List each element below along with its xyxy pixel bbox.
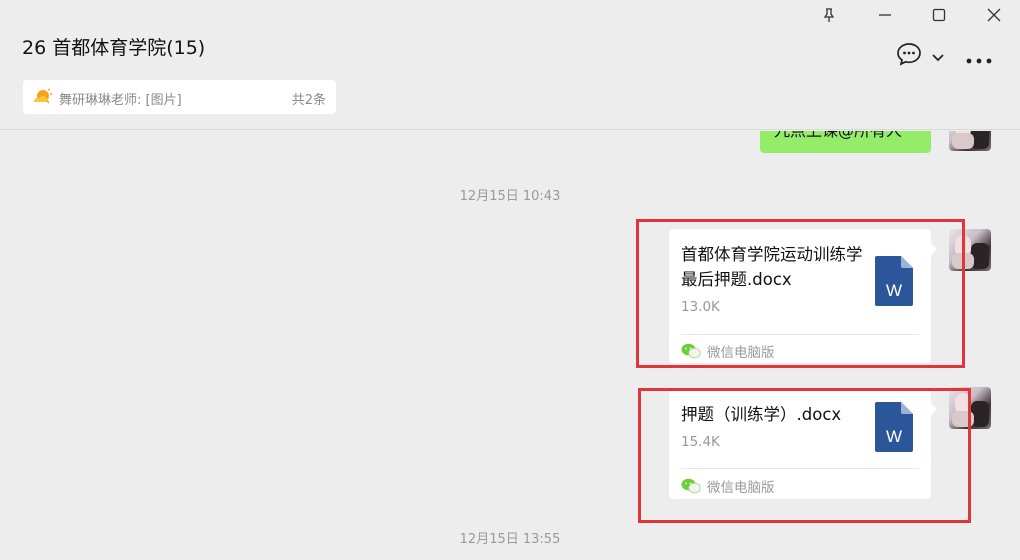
chat-message-area[interactable]: 九点上课@所有人 12月15日 10:43 首都体育学院运动训练学最后押题.do…: [0, 131, 1020, 560]
highlight-box: [636, 219, 965, 368]
chevron-down-icon[interactable]: [932, 48, 944, 67]
highlight-box: [638, 388, 971, 523]
more-icon[interactable]: [966, 50, 992, 69]
pin-icon[interactable]: [814, 2, 844, 28]
group-notice-bar[interactable]: 舞研琳琳老师: [图片] 共2条: [23, 80, 336, 114]
maximize-icon[interactable]: [924, 2, 954, 28]
notice-count: 共2条: [291, 93, 326, 108]
timestamp: 12月15日 13:55: [459, 532, 561, 547]
notice-text: 舞研琳琳老师: [图片]: [59, 93, 182, 108]
minimize-icon[interactable]: [870, 2, 900, 28]
timestamp: 12月15日 10:43: [459, 189, 561, 204]
close-icon[interactable]: [979, 2, 1009, 28]
chat-icon[interactable]: [896, 42, 922, 70]
chat-title: 26 首都体育学院(15): [22, 37, 206, 59]
message-text: 九点上课@所有人: [774, 131, 902, 141]
avatar[interactable]: [949, 131, 991, 151]
message-bubble[interactable]: 九点上课@所有人: [760, 131, 931, 153]
sun-icon: [31, 88, 53, 110]
chat-header: 26 首都体育学院(15) 舞研琳琳老师: [图片] 共2条: [0, 0, 1020, 130]
